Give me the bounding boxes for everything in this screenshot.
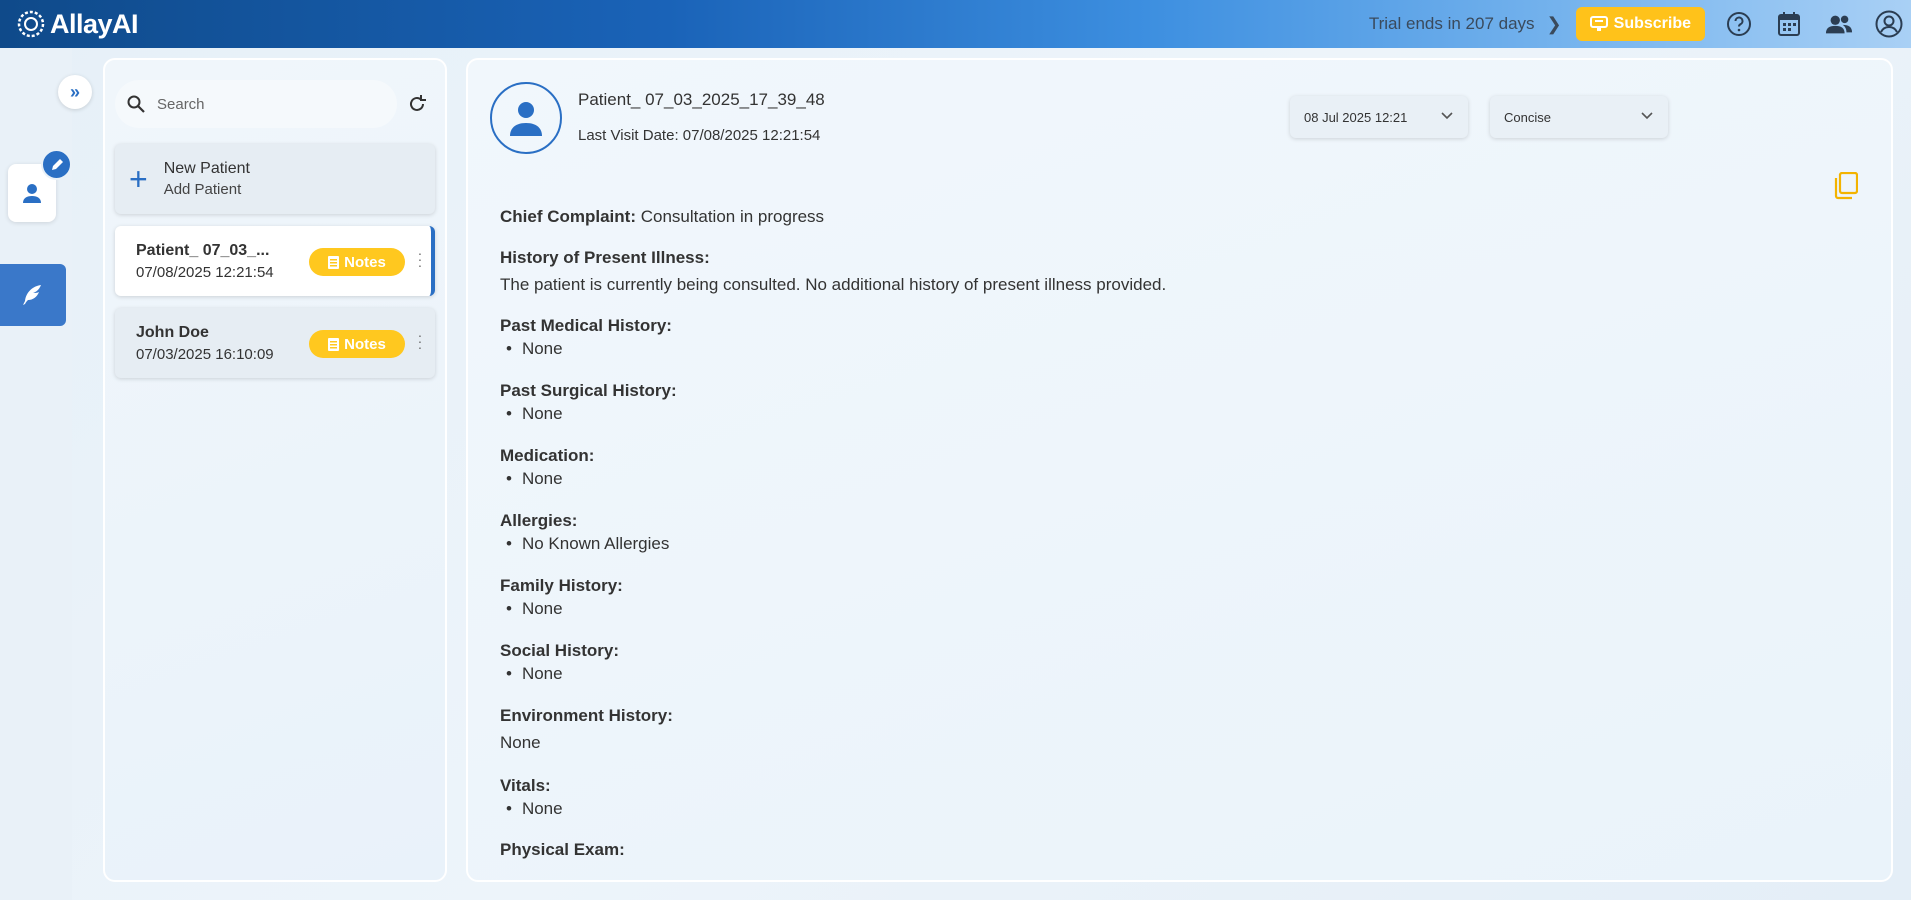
note-style-value: Concise [1504,109,1551,125]
users-icon[interactable] [1825,10,1853,38]
search-box[interactable] [115,80,397,128]
subscribe-button[interactable]: Subscribe [1575,7,1705,41]
patient-card-date: 07/03/2025 16:10:09 [136,345,274,363]
chevron-down-icon [1641,112,1653,120]
chevron-down-icon [1441,112,1453,120]
kebab-icon[interactable]: · · · [416,246,424,272]
calendar-icon[interactable] [1775,10,1803,38]
account-icon[interactable] [1875,10,1903,38]
app-logo[interactable]: AllayAI [16,8,139,40]
avatar-icon [490,82,562,154]
subscribe-icon [1589,16,1608,31]
note-content: Chief Complaint: Consultation in progres… [500,206,1860,874]
physical-exam-label: Physical Exam: [500,840,625,859]
psh-item: None [506,403,1860,425]
patient-card-name: John Doe [136,323,209,341]
family-history-label: Family History: [500,576,623,595]
double-chevron-right-icon[interactable]: » [58,75,92,109]
vitals-label: Vitals: [500,776,551,795]
notes-icon [328,337,340,351]
environment-history-label: Environment History: [500,706,673,725]
patient-name: Patient_ 07_03_2025_17_39_48 [578,90,825,109]
subscribe-label: Subscribe [1613,15,1691,32]
hpi-text: The patient is currently being consulted… [500,275,1167,294]
chief-complaint-value: Consultation in progress [640,207,825,226]
new-patient-subtitle: Add Patient [163,181,242,198]
medication-label: Medication: [500,446,595,465]
logo-text: AllayAI [50,8,139,39]
patient-card-date: 07/08/2025 12:21:54 [136,263,274,281]
edit-icon[interactable] [41,149,72,180]
refresh-icon[interactable] [405,92,429,116]
new-patient-title: New Patient [163,160,250,177]
top-bar: AllayAI Trial ends in 207 days ❯ Subscri… [0,0,1911,48]
notes-nav-button[interactable] [0,264,66,326]
notes-label: Notes [344,335,386,353]
new-patient-button[interactable]: + New Patient Add Patient [115,144,435,214]
hpi-label: History of Present Illness: [500,248,710,267]
note-style-select[interactable]: Concise [1490,96,1668,138]
notes-icon [328,255,340,269]
psh-label: Past Surgical History: [500,381,677,400]
visit-date-select[interactable]: 08 Jul 2025 12:21 [1290,96,1468,138]
patient-card[interactable]: Patient_ 07_03_... 07/08/2025 12:21:54 N… [115,226,435,296]
environment-history-text: None [500,733,541,752]
patient-card-name: Patient_ 07_03_... [136,241,270,259]
allergies-item: No Known Allergies [506,533,1860,555]
chevron-right-icon[interactable]: ❯ [1547,14,1562,35]
notes-button[interactable]: Notes [309,248,405,276]
notes-label: Notes [344,253,386,271]
pmh-item: None [506,338,1860,360]
patient-list-panel: + New Patient Add Patient Patient_ 07_03… [103,58,447,882]
plus-icon: + [129,160,148,197]
social-history-item: None [506,663,1860,685]
search-input[interactable] [157,95,357,113]
kebab-icon[interactable]: · · · [416,328,424,354]
family-history-item: None [506,598,1860,620]
last-visit-date: Last Visit Date: 07/08/2025 12:21:54 [578,127,821,144]
copy-icon[interactable] [1832,172,1858,200]
patient-icon [23,184,41,203]
allay-logo-icon [17,10,45,38]
allergies-label: Allergies: [500,511,578,530]
social-history-label: Social History: [500,641,620,660]
pmh-label: Past Medical History: [500,316,672,335]
patient-card[interactable]: John Doe 07/03/2025 16:10:09 Notes · · · [115,308,435,378]
medication-item: None [506,468,1860,490]
search-icon [127,95,145,113]
note-panel: Patient_ 07_03_2025_17_39_48 Last Visit … [466,58,1893,882]
feather-icon [23,285,41,305]
vitals-item: None [506,798,1860,820]
trial-status: Trial ends in 207 days [1368,14,1535,33]
visit-date-value: 08 Jul 2025 12:21 [1304,109,1408,125]
notes-button[interactable]: Notes [309,330,405,358]
help-icon[interactable] [1725,10,1753,38]
chief-complaint-label: Chief Complaint: [500,207,636,226]
